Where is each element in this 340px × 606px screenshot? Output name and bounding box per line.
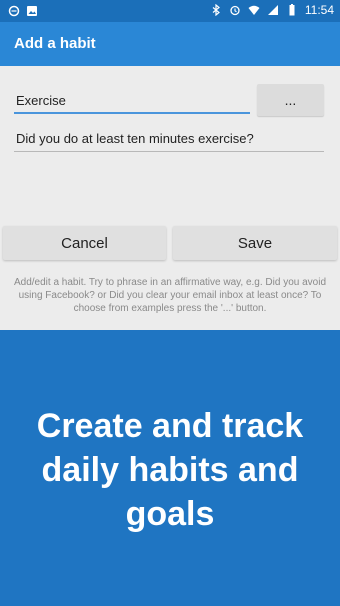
page-title: Add a habit <box>14 35 96 52</box>
promo-line-1: Create and track <box>36 407 304 445</box>
help-text: Add/edit a habit. Try to phrase in an af… <box>13 277 327 314</box>
promo-line-3: goals <box>125 495 215 533</box>
cellular-signal-icon <box>267 4 279 16</box>
promo-line-2: daily habits and <box>41 451 299 489</box>
status-bar-left-icons <box>8 4 38 17</box>
circle-notification-icon <box>8 4 20 17</box>
status-bar-right-icons: 11:54 <box>210 3 334 17</box>
promo-headline: Create and track daily habits and goals <box>10 404 330 536</box>
habit-question-input[interactable] <box>14 126 324 152</box>
status-bar: 11:54 <box>0 0 340 22</box>
add-habit-dialog: ... Cancel Save Add/edit a habit. Try to… <box>0 66 340 330</box>
choose-example-button[interactable]: ... <box>257 84 324 116</box>
cancel-button[interactable]: Cancel <box>3 226 166 260</box>
battery-icon <box>286 4 298 16</box>
save-button[interactable]: Save <box>173 226 337 260</box>
alarm-icon <box>229 4 241 16</box>
image-notification-icon <box>26 4 38 16</box>
bluetooth-icon <box>210 3 222 17</box>
habit-name-input[interactable] <box>14 88 250 114</box>
wifi-icon <box>248 4 260 16</box>
app-bar: Add a habit <box>0 22 340 66</box>
status-time: 11:54 <box>304 3 334 17</box>
